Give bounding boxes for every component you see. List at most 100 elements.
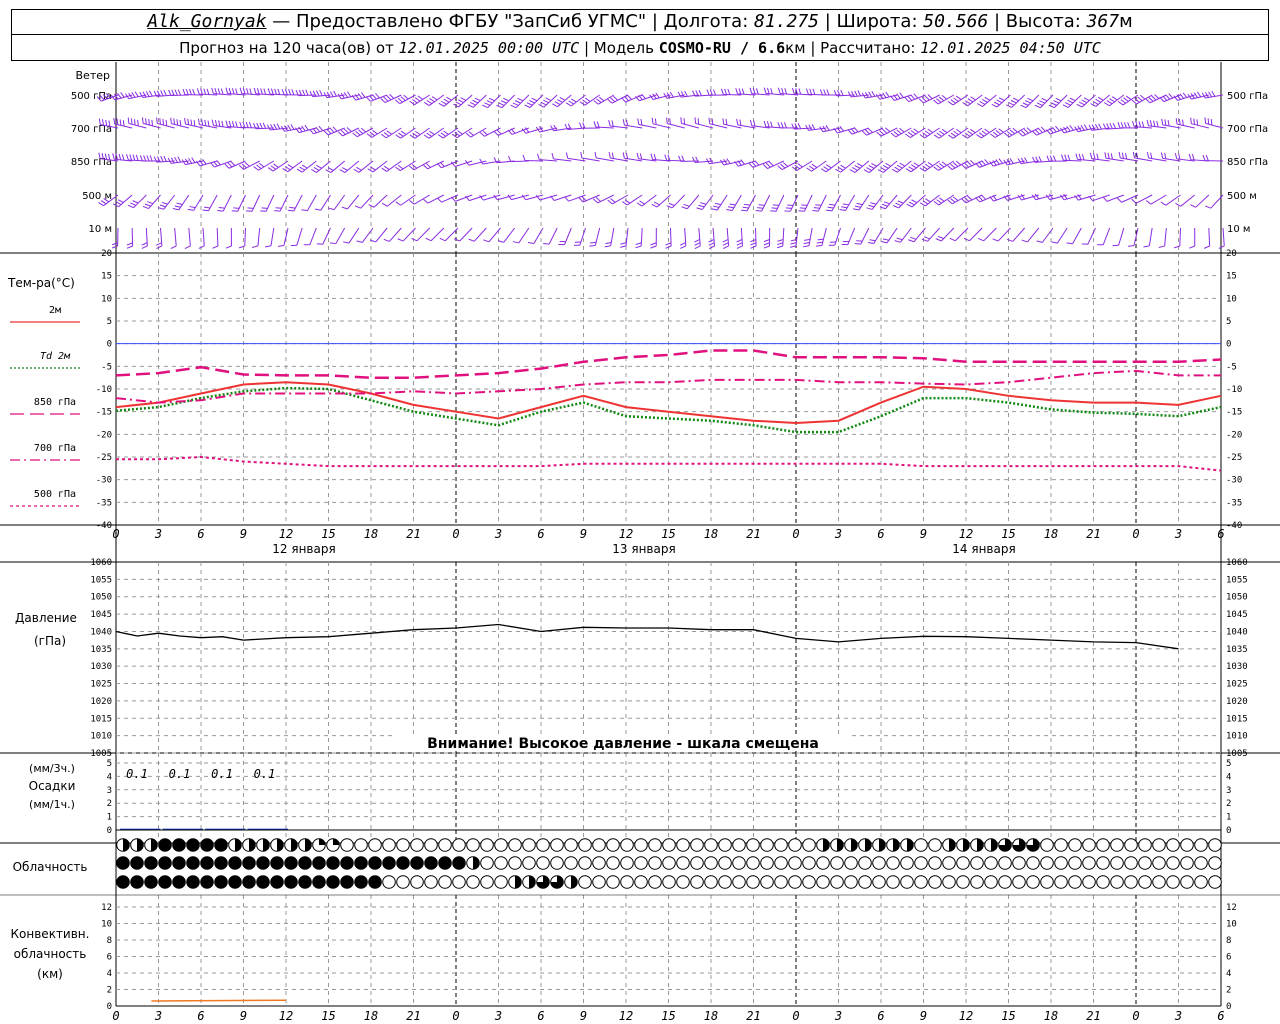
wind-barb-feather [309,128,314,135]
wind-barb-feather [246,88,249,95]
cloud-cover-symbol [354,838,368,852]
cloud-cover-symbol [172,856,186,870]
wind-barb-feather [762,164,768,169]
wind-barb-feather [273,123,277,130]
temp-tick-label-right: -15 [1226,408,1242,418]
wind-barb-feather [316,164,322,169]
wind-barb-feather [381,202,388,207]
cloud-cover-fill [949,838,956,852]
wind-barb-feather [543,99,549,104]
pres-tick-label-right: 1045 [1226,610,1248,620]
wind-barb-feather [651,203,658,208]
wind-barb-feather [196,88,200,95]
cloud-cover-symbol [830,856,844,870]
wind-barb-feather [984,128,990,133]
wind-barb-feather [639,153,643,160]
wind-barb-feather [947,199,953,205]
temp-tick-label: -40 [96,521,112,531]
wind-barb-feather [640,119,643,126]
wind-barb-feather [273,163,279,168]
cloud-cover-symbol [312,875,326,889]
bottom-time-tick-label: 6 [197,1009,204,1023]
cloud-cover-symbol [718,838,732,852]
wind-barb-feather [302,89,306,96]
wind-barb-feather [510,128,516,134]
wind-barb-feather [122,120,125,127]
wind-barb-feather [337,131,343,137]
cloud-cover-symbol [480,838,494,852]
wind-barb-feather [1146,152,1150,159]
precip-label-3h: (мм/3ч.) [29,762,75,775]
cloud-cover-symbol [634,875,648,889]
wind-barb-feather [1083,97,1090,101]
wind-barb-feather [1064,154,1068,161]
wind-barb [1208,227,1211,247]
wind-barb-feather [735,88,739,95]
wind-barb-feather [1026,127,1032,133]
wind-barb-feather [694,117,697,124]
wind-barb-feather [133,119,136,126]
wind-barb-feather [355,130,361,136]
cloud-cover-symbol [746,856,760,870]
cloud-cover-symbol [452,875,466,889]
wind-barb-feather [666,205,673,209]
temp-tick-label: 15 [101,272,112,282]
wind-barb-feather [729,203,736,206]
wind-barb-feather [1160,152,1164,159]
wind-barb-feather [669,91,674,98]
wind-barb-feather [287,209,294,212]
wind-barb-feather [726,209,733,212]
cloud-cover-symbol [1138,838,1152,852]
wind-barb-feather [1117,100,1124,106]
wind-barb-feather [314,208,321,211]
wind-barb-feather [1207,118,1210,125]
temp-tick-label: 5 [107,317,112,327]
cloud-cover-symbol [760,875,774,889]
wind-barb [459,227,473,242]
cloud-cover-symbol [396,875,410,889]
wind-barb-feather [802,245,810,248]
wind-barb-feather [290,124,295,130]
wind-barb-feather [1021,239,1028,243]
wind-barb-feather [1123,97,1129,102]
wind-barb-feather [119,119,122,126]
wind-barb-feather [253,87,257,94]
wind-barb-feather [179,119,182,127]
wind-barb-feather [245,121,249,128]
wind-barb-feather [598,96,605,102]
wind-barb-feather [751,161,757,167]
wind-barb-feather [565,152,569,159]
wind-barb-feather [907,95,913,101]
wind-barb-feather [783,122,787,129]
wind-barb-feather [1037,127,1043,133]
time-tick-label: 0 [792,527,799,541]
wind-barb-feather [220,88,224,95]
wind-barb-feather [423,101,430,106]
wind-barb-feather [666,117,668,124]
cloud-cover-symbol [1110,875,1124,889]
wind-barb-feather [823,89,827,96]
cloud-cover-fill [305,838,312,852]
wind-barb-feather [803,242,810,245]
wind-barb-feather [899,162,906,167]
wind-barb-feather [287,124,292,131]
wind-barb-feather [578,197,584,203]
wind-barb-feather [1202,154,1206,161]
cloud-cover-symbol [676,838,690,852]
wind-barb-feather [991,103,998,108]
cloud-cover-symbol [746,838,760,852]
wind-barb-feather [753,120,756,127]
wind-barb [322,227,331,245]
wind-barb-feather [198,245,205,249]
cloud-cover-symbol [410,856,424,870]
wind-barb-feather [579,101,586,106]
cloud-cover-symbol [1096,838,1110,852]
wind-barb-feather [182,88,186,95]
wind-barb-feather [857,90,862,97]
cloud-cover-symbol [396,838,410,852]
wind-barb-feather [953,162,959,167]
wind-barb-feather [235,88,238,95]
cloud-cover-symbol [844,856,858,870]
wind-barb-feather [426,132,432,137]
wind-barb-feather [117,199,124,203]
